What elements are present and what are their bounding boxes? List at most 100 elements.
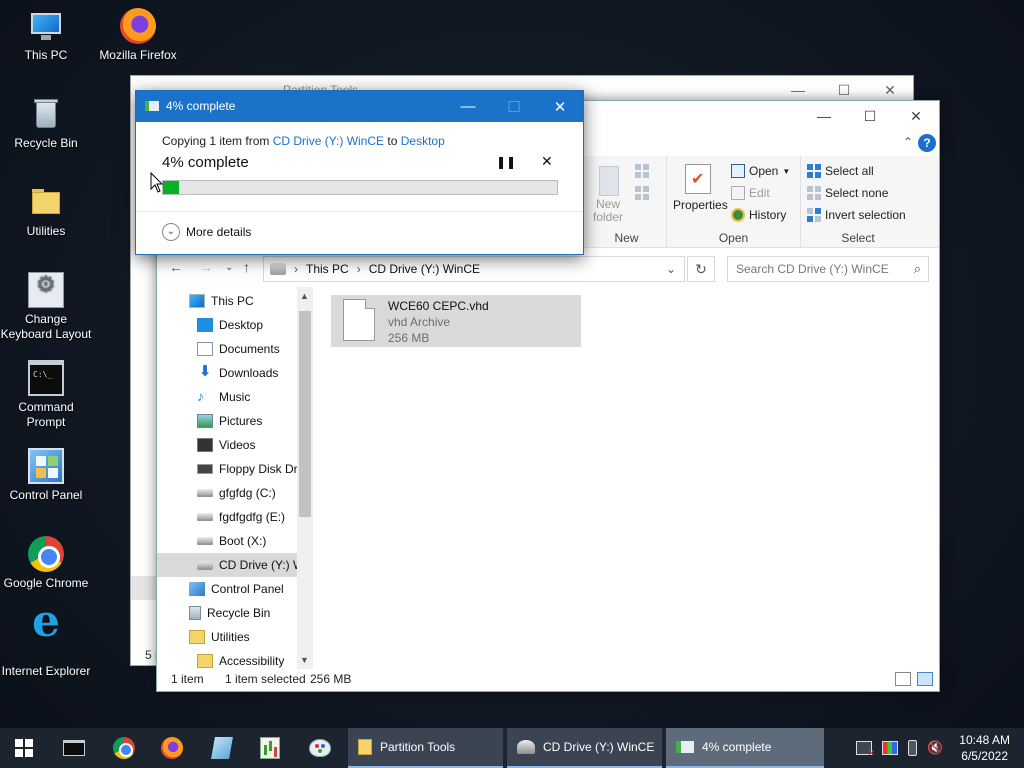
taskbar-task-copy-progress[interactable]: 4% complete bbox=[666, 728, 824, 768]
nav-label: fgdfgdfg (E:) bbox=[219, 510, 286, 524]
nav-item-drive-c[interactable]: gfgfdg (C:) bbox=[157, 481, 297, 505]
large-icons-view-icon[interactable] bbox=[917, 672, 933, 686]
clock[interactable]: 10:48 AM 6/5/2022 bbox=[959, 732, 1010, 764]
maximize-button[interactable]: ☐ bbox=[847, 101, 893, 131]
minimize-button[interactable]: — bbox=[801, 101, 847, 131]
properties-button[interactable]: Properties bbox=[673, 198, 728, 212]
taskbar-pin-paint[interactable] bbox=[296, 728, 344, 768]
nav-item-utilities[interactable]: Utilities bbox=[157, 625, 297, 649]
more-details-button[interactable]: ⌄ More details bbox=[162, 223, 251, 241]
new-folder-button[interactable]: New folder bbox=[593, 198, 623, 224]
up-button[interactable]: ↑ bbox=[243, 259, 250, 275]
nav-item-music[interactable]: ♪ Music bbox=[157, 385, 297, 409]
display-color-icon[interactable] bbox=[882, 741, 898, 755]
taskbar-pin-chrome[interactable] bbox=[100, 728, 148, 768]
source-link[interactable]: CD Drive (Y:) WinCE bbox=[273, 134, 384, 148]
taskbar-pin-chart-app[interactable] bbox=[246, 728, 294, 768]
forward-button[interactable]: → bbox=[199, 259, 213, 275]
taskbar-task-partition-tools[interactable]: Partition Tools bbox=[348, 728, 503, 768]
nav-item-drive-e[interactable]: fgdfgdfg (E:) bbox=[157, 505, 297, 529]
desktop-icon-internet-explorer[interactable]: Internet Explorer bbox=[0, 614, 92, 679]
recent-locations-icon[interactable]: ⌄ bbox=[225, 262, 233, 273]
desktop-icon-utilities[interactable]: Utilities bbox=[0, 184, 92, 239]
new-item-icon[interactable] bbox=[635, 164, 649, 178]
nav-item-desktop[interactable]: Desktop bbox=[157, 313, 297, 337]
command-prompt-icon bbox=[63, 740, 85, 756]
desktop-icon-control-panel[interactable]: Control Panel bbox=[0, 448, 92, 503]
nav-item-floppy[interactable]: Floppy Disk Dri bbox=[157, 457, 297, 481]
maximize-button[interactable]: ☐ bbox=[491, 91, 537, 122]
breadcrumb-separator-icon: › bbox=[294, 262, 298, 276]
select-all-button[interactable]: Select all bbox=[807, 164, 874, 178]
folder-icon bbox=[189, 630, 205, 644]
address-bar[interactable]: › This PC › CD Drive (Y:) WinCE ⌄ bbox=[263, 256, 685, 282]
taskbar-pin-notepad[interactable] bbox=[198, 728, 246, 768]
scroll-thumb[interactable] bbox=[299, 311, 311, 517]
chart-app-icon bbox=[260, 737, 280, 759]
command-prompt-icon bbox=[28, 360, 64, 396]
paint-icon bbox=[309, 739, 331, 757]
refresh-button[interactable]: ↻ bbox=[687, 256, 715, 282]
taskbar-task-cd-drive[interactable]: CD Drive (Y:) WinCE bbox=[507, 728, 662, 768]
cd-drive-icon bbox=[270, 263, 286, 275]
details-view-icon[interactable] bbox=[895, 672, 911, 686]
desktop-icon-firefox[interactable]: Mozilla Firefox bbox=[92, 8, 184, 63]
nav-item-downloads[interactable]: ⬇ Downloads bbox=[157, 361, 297, 385]
selection-count: 1 item selected bbox=[225, 672, 306, 686]
close-button[interactable]: ✕ bbox=[537, 91, 583, 122]
open-button[interactable]: Open ▼ bbox=[731, 164, 790, 178]
hard-drive-icon bbox=[197, 489, 213, 497]
scroll-up-icon[interactable]: ▲ bbox=[300, 291, 309, 301]
breadcrumb-cd-drive[interactable]: CD Drive (Y:) WinCE bbox=[369, 262, 480, 276]
collapse-ribbon-icon[interactable]: ⌃ bbox=[903, 135, 913, 149]
start-button[interactable] bbox=[0, 728, 48, 768]
minimize-button[interactable]: — bbox=[445, 91, 491, 122]
recycle-bin-icon bbox=[28, 96, 64, 132]
desktop-icon-command-prompt[interactable]: Command Prompt bbox=[0, 360, 92, 430]
music-note-icon: ♪ bbox=[197, 388, 204, 404]
history-button[interactable]: History bbox=[731, 208, 786, 222]
pictures-icon bbox=[197, 414, 213, 428]
nav-item-cd-drive[interactable]: CD Drive (Y:) W bbox=[157, 553, 297, 577]
nav-item-documents[interactable]: Documents bbox=[157, 337, 297, 361]
nav-item-boot-x[interactable]: Boot (X:) bbox=[157, 529, 297, 553]
nav-item-this-pc[interactable]: This PC bbox=[157, 289, 297, 313]
taskbar-pin-firefox[interactable] bbox=[148, 728, 196, 768]
nav-label: CD Drive (Y:) W bbox=[219, 558, 297, 572]
dialog-title-bar[interactable]: 4% complete — ☐ ✕ bbox=[136, 91, 583, 122]
desktop-icon-change-keyboard[interactable]: Change Keyboard Layout bbox=[0, 272, 92, 342]
nav-scrollbar[interactable]: ▲ ▼ bbox=[297, 287, 313, 669]
nav-item-pictures[interactable]: Pictures bbox=[157, 409, 297, 433]
destination-link[interactable]: Desktop bbox=[401, 134, 445, 148]
folder-icon bbox=[358, 739, 372, 755]
desktop-icon-chrome[interactable]: Google Chrome bbox=[0, 536, 92, 591]
breadcrumb-this-pc[interactable]: This PC bbox=[306, 262, 349, 276]
scroll-down-icon[interactable]: ▼ bbox=[300, 655, 309, 665]
desktop-icon-this-pc[interactable]: This PC bbox=[0, 8, 92, 63]
network-disconnected-icon[interactable] bbox=[856, 741, 875, 759]
close-button[interactable]: ✕ bbox=[893, 101, 939, 131]
nav-item-control-panel[interactable]: Control Panel bbox=[157, 577, 297, 601]
edit-button[interactable]: Edit bbox=[731, 186, 770, 200]
search-input[interactable]: Search CD Drive (Y:) WinCE ⌕ bbox=[727, 256, 929, 282]
copy-description: Copying 1 item from CD Drive (Y:) WinCE … bbox=[162, 134, 445, 148]
taskbar-pin-command-prompt[interactable] bbox=[50, 728, 98, 768]
cancel-icon[interactable]: ✕ bbox=[541, 153, 553, 170]
nav-item-videos[interactable]: Videos bbox=[157, 433, 297, 457]
volume-muted-icon[interactable]: 🔇 bbox=[927, 741, 943, 755]
address-dropdown-icon[interactable]: ⌄ bbox=[666, 262, 676, 276]
nav-item-recycle-bin[interactable]: Recycle Bin bbox=[157, 601, 297, 625]
easy-access-icon[interactable] bbox=[635, 186, 649, 200]
select-all-icon bbox=[807, 164, 821, 178]
nav-item-accessibility[interactable]: Accessibility bbox=[157, 649, 297, 669]
invert-selection-button[interactable]: Invert selection bbox=[807, 208, 906, 222]
select-none-button[interactable]: Select none bbox=[807, 186, 888, 200]
copy-progress-dialog[interactable]: 4% complete — ☐ ✕ Copying 1 item from CD… bbox=[135, 90, 584, 255]
desktop-icon-recycle-bin[interactable]: Recycle Bin bbox=[0, 96, 92, 151]
back-button[interactable]: ← bbox=[169, 259, 183, 275]
pause-icon[interactable]: ❚❚ bbox=[496, 155, 516, 169]
copy-mid: to bbox=[384, 134, 401, 148]
usb-device-icon[interactable] bbox=[908, 740, 917, 756]
help-icon[interactable]: ? bbox=[918, 134, 936, 152]
file-item[interactable]: WCE60 CEPC.vhd vhd Archive 256 MB bbox=[331, 295, 581, 347]
